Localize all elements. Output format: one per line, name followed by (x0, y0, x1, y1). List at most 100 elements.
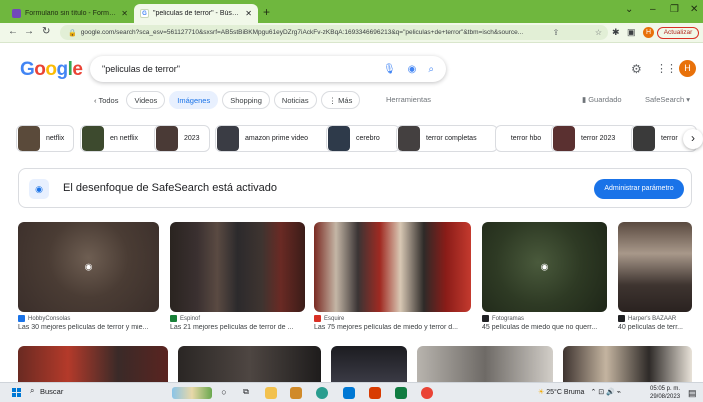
tab-bar: Formulario sin título - Formularios ✕ G … (0, 0, 703, 23)
image-result[interactable] (417, 346, 553, 382)
tab-more[interactable]: ⋮ Más (320, 91, 361, 109)
result-thumbnail[interactable] (314, 222, 471, 312)
related-chip[interactable]: amazon prime video (215, 125, 335, 152)
related-chip[interactable]: en netflix (80, 125, 164, 152)
search-icon[interactable]: ⌕ (428, 64, 434, 75)
result-source: HobbyConsolas (18, 315, 159, 322)
tab-all[interactable]: ‹ Todos (90, 91, 123, 109)
related-chip[interactable]: netflix (16, 125, 74, 152)
result-thumbnail[interactable]: ◉ (18, 222, 159, 312)
result-caption[interactable]: Las 21 mejores películas de terror de ..… (170, 324, 305, 331)
image-result[interactable]: Harper's BAZAAR 40 películas de terr... (618, 222, 692, 331)
microphone-icon[interactable]: 🎙 (383, 64, 396, 75)
result-source: Fotogramas (482, 315, 607, 322)
related-chip[interactable]: terror completas (396, 125, 498, 152)
image-result[interactable]: ◉ HobbyConsolas Las 30 mejores películas… (18, 222, 159, 331)
tray-icons[interactable]: ⌃ ⊡ 🔊 ⌁ (590, 389, 621, 396)
search-input[interactable]: "peliculas de terror" 🎙 ◉ ⌕ (90, 56, 446, 82)
powerpoint-icon[interactable] (369, 387, 381, 399)
result-thumbnail[interactable]: ◉ (482, 222, 607, 312)
image-result[interactable] (18, 346, 168, 382)
related-chip[interactable]: cerebro (326, 125, 400, 152)
excel-icon[interactable] (395, 387, 407, 399)
file-explorer-icon[interactable] (265, 387, 277, 399)
forward-icon[interactable]: → (24, 26, 34, 37)
app-icon[interactable] (290, 387, 302, 399)
related-chip[interactable]: terror hbo (495, 125, 557, 152)
tab-shopping[interactable]: Shopping (222, 91, 270, 109)
extensions-icon[interactable]: ✱ (612, 27, 620, 38)
notifications-icon[interactable]: ▤ (688, 388, 697, 399)
weather-widget[interactable] (172, 387, 212, 399)
chrome-icon[interactable] (421, 387, 433, 399)
chevron-down-icon[interactable]: ⌄ (625, 4, 633, 15)
related-chip[interactable]: 2023 (154, 125, 210, 152)
chip-thumbnail (217, 126, 239, 151)
result-caption[interactable]: Las 30 mejores películas de terror y mie… (18, 324, 159, 331)
profile-avatar[interactable]: H (643, 27, 654, 38)
banner-message: El desenfoque de SafeSearch está activad… (63, 182, 278, 194)
image-result[interactable] (331, 346, 407, 382)
image-result[interactable]: Esquire Las 75 mejores películas de mied… (314, 222, 471, 331)
chevron-right-icon[interactable]: › (683, 129, 703, 149)
gear-icon[interactable]: ⚙ (631, 62, 642, 76)
browser-window: Formulario sin título - Formularios ✕ G … (0, 0, 703, 402)
share-icon[interactable]: ⇪ (553, 28, 560, 37)
sidebar-icon[interactable]: ▣ (627, 27, 636, 38)
tab-title: "peliculas de terror" - Búsqueda (153, 10, 241, 17)
result-thumbnail[interactable] (170, 222, 305, 312)
safesearch-menu[interactable]: SafeSearch ▾ (645, 95, 690, 104)
image-result[interactable]: ◉ Fotogramas 45 películas de miedo que n… (482, 222, 607, 331)
reload-icon[interactable]: ↻ (42, 26, 50, 37)
result-thumbnail[interactable] (618, 222, 692, 312)
google-logo[interactable]: Google (20, 59, 83, 81)
taskbar: ⌕ Buscar ○ ⧉ ☀ 25°C Bruma ⌃ ⊡ 🔊 ⌁ 05:05 p… (0, 382, 703, 402)
taskbar-clock[interactable]: 05:05 p. m. 29/08/2023 (650, 385, 680, 401)
saved-button[interactable]: ▮ Guardado (582, 95, 622, 104)
tab-forms[interactable]: Formulario sin título - Formularios ✕ (6, 4, 134, 23)
edge-icon[interactable] (316, 387, 328, 399)
back-icon[interactable]: ← (8, 26, 18, 37)
taskbar-search[interactable]: Buscar (40, 387, 63, 396)
store-icon[interactable] (343, 387, 355, 399)
clock-date: 29/08/2023 (650, 394, 681, 400)
lens-icon[interactable]: ◉ (408, 64, 417, 75)
windows-start-icon[interactable] (12, 388, 22, 398)
tab-videos[interactable]: Videos (126, 91, 166, 109)
new-tab-icon[interactable]: + (263, 6, 270, 18)
close-icon[interactable]: ✕ (121, 9, 128, 18)
manage-setting-button[interactable]: Administrar parámetro (594, 179, 684, 199)
star-icon[interactable]: ☆ (595, 28, 602, 37)
search-icon[interactable]: ⌕ (30, 386, 34, 396)
weather-status[interactable]: ☀ 25°C Bruma ⌃ ⊡ 🔊 ⌁ (538, 388, 621, 396)
chip-thumbnail (156, 126, 178, 151)
tab-images[interactable]: Imágenes (169, 91, 219, 109)
task-view-icon[interactable]: ⧉ (240, 387, 252, 399)
lock-icon: 🔒 (68, 29, 77, 37)
close-icon[interactable]: ✕ (245, 9, 252, 18)
source-favicon (314, 315, 321, 322)
chip-thumbnail (553, 126, 575, 151)
tab-news[interactable]: Noticias (273, 91, 317, 109)
image-result[interactable] (178, 346, 321, 382)
search-query[interactable]: "peliculas de terror" (102, 64, 383, 74)
image-result[interactable]: Espinof Las 21 mejores películas de terr… (170, 222, 305, 331)
cortana-icon[interactable]: ○ (218, 387, 230, 399)
tab-search[interactable]: G "peliculas de terror" - Búsqueda ✕ (134, 4, 258, 23)
close-window-icon[interactable]: ✕ (690, 4, 698, 15)
image-result[interactable] (563, 346, 692, 382)
result-caption[interactable]: 45 películas de miedo que no querr... (482, 324, 607, 331)
result-caption[interactable]: Las 75 mejores películas de miedo y terr… (314, 324, 471, 331)
source-favicon (618, 315, 625, 322)
forms-icon (12, 9, 21, 18)
result-caption[interactable]: 40 películas de terr... (618, 324, 692, 331)
account-avatar[interactable]: H (679, 60, 696, 77)
update-button[interactable]: Actualizar (657, 27, 699, 39)
maximize-icon[interactable]: ❐ (670, 4, 679, 15)
address-bar[interactable]: 🔒 google.com/search?sca_esv=561127710&sx… (60, 25, 608, 40)
navigation-bar: ← → ↻ 🔒 google.com/search?sca_esv=561127… (0, 23, 703, 43)
tools-button[interactable]: Herramientas (386, 95, 431, 104)
related-chip[interactable]: terror 2023 (551, 125, 637, 152)
minimize-icon[interactable]: – (650, 4, 656, 15)
blur-eye-icon: ◉ (540, 261, 549, 272)
